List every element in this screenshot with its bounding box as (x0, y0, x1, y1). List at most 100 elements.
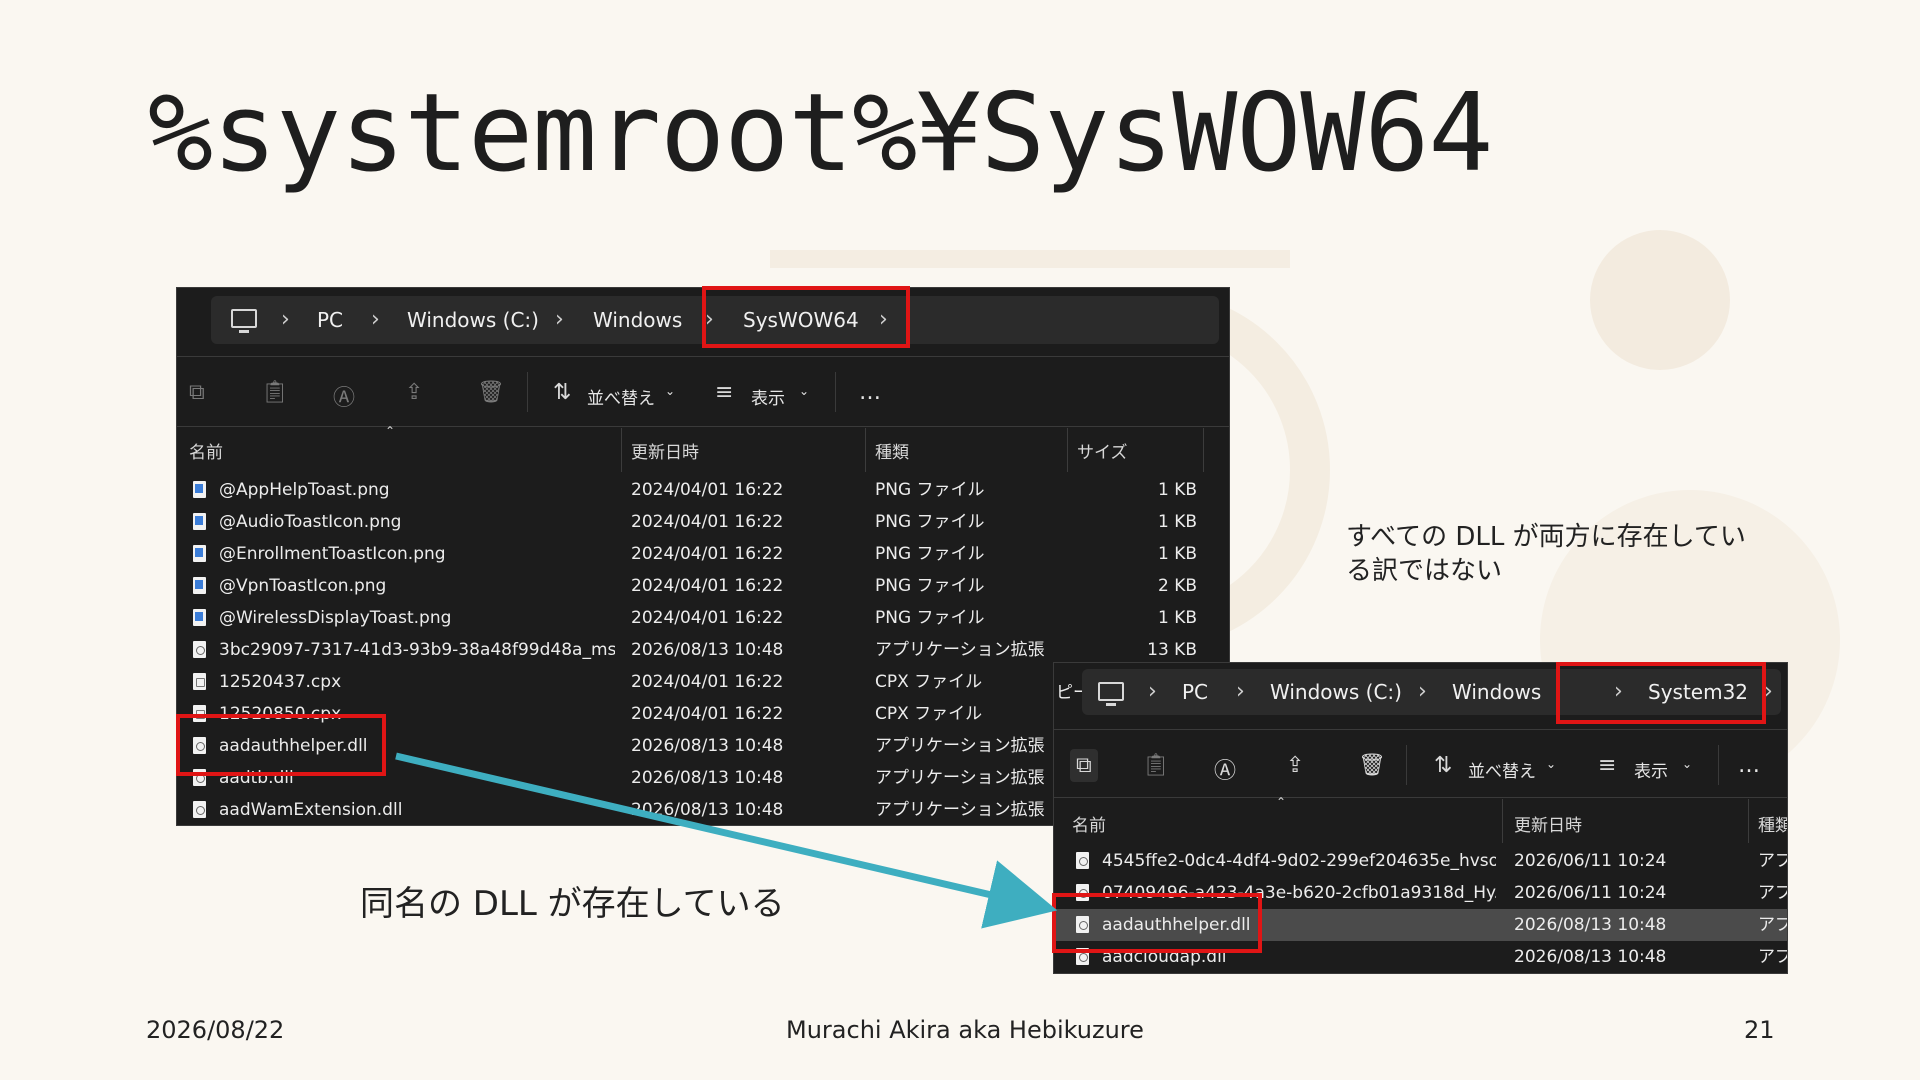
chevron-right-icon[interactable]: › (371, 296, 380, 344)
cell-type: CPX ファイル (875, 672, 983, 692)
breadcrumb-drive[interactable]: Windows (C:) (407, 296, 539, 344)
share-icon[interactable]: ⇪ (405, 380, 423, 405)
cell-type: アプリケーション拡張 (875, 736, 1045, 756)
chevron-down-icon[interactable]: ⌄ (665, 384, 675, 398)
column-header-type[interactable]: 種類 (1758, 811, 1787, 836)
column-divider[interactable] (621, 428, 622, 472)
copy-icon[interactable]: ⧉ (1070, 749, 1098, 782)
cell-type: PNG ファイル (875, 512, 985, 532)
toolbar-separator (527, 372, 528, 412)
view-button[interactable]: 表示 (751, 384, 785, 409)
highlight-box-system32 (1556, 662, 1766, 724)
column-divider[interactable] (1748, 799, 1749, 843)
breadcrumb-windows[interactable]: Windows (1452, 669, 1541, 715)
table-row[interactable]: @EnrollmentToastIcon.png 2024/04/01 16:22… (177, 538, 1229, 570)
table-row[interactable]: @AudioToastIcon.png 2024/04/01 16:22 PNG フ… (177, 506, 1229, 538)
png-file-icon (193, 545, 206, 562)
cell-date: 2026/08/13 10:48 (631, 736, 784, 756)
cell-name: 4545ffe2-0dc4-4df4-9d02-299ef204635e_hvs… (1102, 851, 1496, 871)
table-row[interactable]: @WirelessDisplayToast.png 2024/04/01 16:2… (177, 602, 1229, 634)
chevron-down-icon[interactable]: ⌄ (1682, 757, 1692, 771)
table-row[interactable]: @VpnToastIcon.png 2024/04/01 16:22 PNG ファイ… (177, 570, 1229, 602)
paste-icon[interactable]: 📋︎ (1142, 753, 1170, 778)
toolbar-separator (835, 372, 836, 412)
cell-type: PNG ファイル (875, 480, 985, 500)
chevron-down-icon[interactable]: ⌄ (799, 384, 809, 398)
highlight-box-syswow64 (702, 286, 910, 348)
sort-button[interactable]: 並べ替え (587, 384, 655, 409)
column-header-name[interactable]: 名前 (189, 438, 223, 463)
paste-icon[interactable]: 📋︎ (261, 380, 289, 405)
cell-name: 3bc29097-7317-41d3-93b9-38a48f99d48a_ms.… (219, 640, 615, 660)
table-row[interactable]: 3bc29097-7317-41d3-93b9-38a48f99d48a_ms.… (177, 634, 1229, 666)
more-options-button[interactable]: … (1738, 753, 1760, 778)
cell-type: CPX ファイル (875, 704, 983, 724)
column-divider[interactable] (865, 428, 866, 472)
rename-icon[interactable]: Ⓐ (333, 380, 355, 412)
cell-date: 2024/04/01 16:22 (631, 576, 784, 596)
sort-icon[interactable]: ⇅ (1434, 753, 1452, 778)
dll-file-icon (1076, 852, 1089, 869)
highlight-box-aadauthhelper-left (176, 714, 386, 776)
chevron-right-icon[interactable]: › (1148, 669, 1157, 715)
divider (177, 356, 1229, 357)
cell-size: 1 KB (1157, 608, 1197, 628)
chevron-right-icon[interactable]: › (281, 296, 290, 344)
sort-icon[interactable]: ⇅ (553, 380, 571, 405)
toolbar-separator (1718, 745, 1719, 785)
cell-size: 1 KB (1157, 480, 1197, 500)
cell-name: @AudioToastIcon.png (219, 512, 402, 532)
view-icon[interactable]: ≡ (1598, 753, 1616, 778)
chevron-down-icon[interactable]: ⌄ (1546, 757, 1556, 771)
column-header-date[interactable]: 更新日時 (631, 438, 699, 463)
computer-icon[interactable] (1098, 682, 1124, 706)
cell-date: 2024/04/01 16:22 (631, 480, 784, 500)
cell-date: 2024/04/01 16:22 (631, 512, 784, 532)
breadcrumb-pc[interactable]: PC (1182, 669, 1208, 715)
rename-icon[interactable]: Ⓐ (1214, 753, 1236, 785)
copy-icon[interactable]: ⧉ (189, 380, 205, 405)
computer-icon[interactable] (231, 309, 257, 333)
cell-date: 2026/08/13 10:48 (1514, 947, 1667, 967)
toolbar-separator (1406, 745, 1407, 785)
chevron-right-icon[interactable]: › (1236, 669, 1245, 715)
cell-size: 1 KB (1157, 512, 1197, 532)
view-button[interactable]: 表示 (1634, 757, 1668, 782)
column-divider[interactable] (1203, 428, 1204, 472)
table-row[interactable]: @AppHelpToast.png 2024/04/01 16:22 PNG ファイ… (177, 474, 1229, 506)
sort-button[interactable]: 並べ替え (1468, 757, 1536, 782)
column-divider[interactable] (1067, 428, 1068, 472)
breadcrumb-pc[interactable]: PC (317, 296, 343, 344)
dll-file-icon (193, 801, 206, 818)
slide-title: %systemroot%¥SysWOW64 (148, 71, 1493, 196)
column-header-name[interactable]: 名前 (1072, 811, 1106, 836)
cell-date: 2024/04/01 16:22 (631, 704, 784, 724)
table-row[interactable]: 4545ffe2-0dc4-4df4-9d02-299ef204635e_hvs… (1054, 845, 1787, 877)
cell-type: アプリケーション拡張 (875, 800, 1045, 820)
cell-type: アプリケーション拡張 (875, 640, 1045, 660)
column-header-date[interactable]: 更新日時 (1514, 811, 1582, 836)
chevron-right-icon[interactable]: › (555, 296, 564, 344)
column-header-size[interactable]: サイズ (1077, 438, 1128, 463)
cell-date: 2026/06/11 10:24 (1514, 883, 1667, 903)
png-file-icon (193, 609, 206, 626)
breadcrumb-drive[interactable]: Windows (C:) (1270, 669, 1402, 715)
cell-type: PNG ファイル (875, 544, 985, 564)
view-icon[interactable]: ≡ (715, 380, 733, 405)
cell-date: 2026/08/13 10:48 (631, 640, 784, 660)
dll-file-icon (193, 641, 206, 658)
column-header-type[interactable]: 種類 (875, 438, 909, 463)
breadcrumb-windows[interactable]: Windows (593, 296, 682, 344)
cell-date: 2024/04/01 16:22 (631, 544, 784, 564)
cell-date: 2024/04/01 16:22 (631, 608, 784, 628)
more-options-button[interactable]: … (859, 380, 881, 405)
note-same-name-dll: 同名の DLL が存在している (360, 884, 785, 924)
chevron-right-icon[interactable]: › (1418, 669, 1427, 715)
delete-icon[interactable]: 🗑︎ (1358, 753, 1386, 778)
cell-date: 2026/06/11 10:24 (1514, 851, 1667, 871)
delete-icon[interactable]: 🗑︎ (477, 380, 505, 405)
cell-name: 12520437.cpx (219, 672, 342, 692)
share-icon[interactable]: ⇪ (1286, 753, 1304, 778)
column-divider[interactable] (1502, 799, 1503, 843)
divider (1054, 729, 1787, 730)
